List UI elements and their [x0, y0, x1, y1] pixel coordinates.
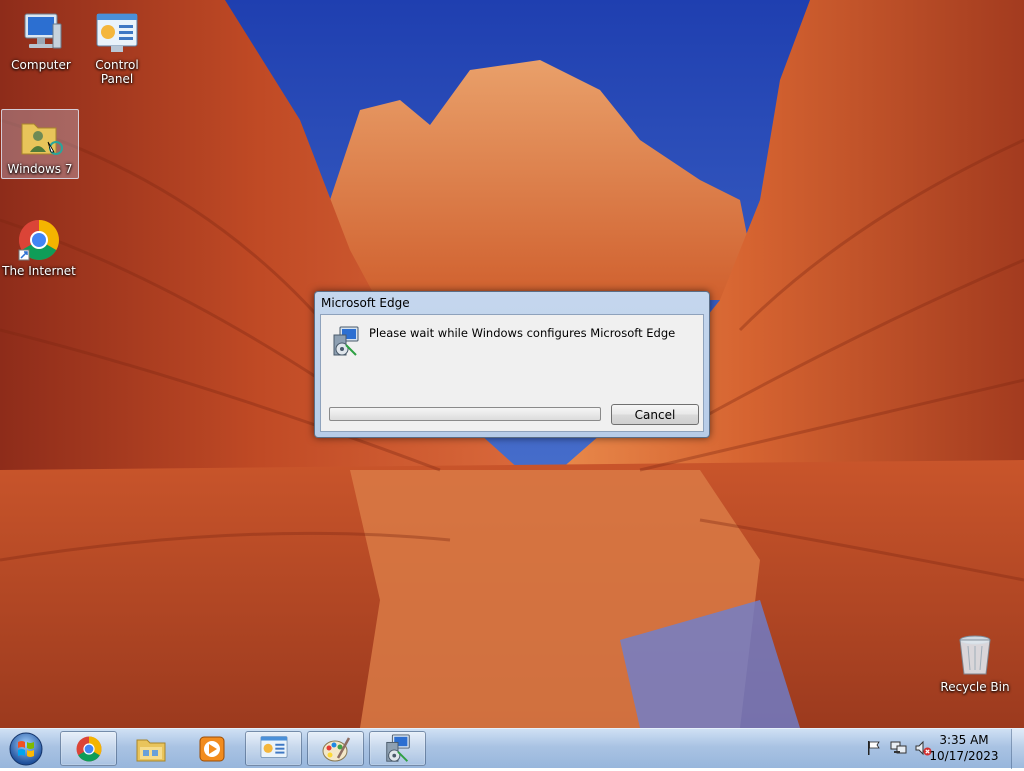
taskbar-file-explorer-button[interactable] — [122, 731, 179, 766]
chrome-icon — [18, 220, 59, 261]
control-panel-icon — [96, 13, 138, 52]
desktop-icon-label: Computer — [11, 58, 71, 72]
installer-icon — [385, 733, 410, 762]
control-panel-icon — [260, 735, 287, 758]
chrome-icon — [76, 736, 101, 761]
dialog-title: Microsoft Edge — [321, 296, 410, 310]
recycle-bin-icon — [959, 635, 991, 675]
taskbar-media-player-button[interactable] — [183, 731, 240, 766]
desktop-icon-label: Control Panel — [95, 58, 139, 86]
desktop-icon-windows-7[interactable]: Windows 7 — [1, 109, 79, 179]
dialog-message: Please wait while Windows configures Mic… — [369, 326, 676, 340]
system-tray: 3:35 AM 10/17/2023 — [860, 729, 1024, 769]
microsoft-edge-dialog: Microsoft Edge Please wait while Windows… — [314, 291, 710, 438]
desktop-icon-computer[interactable]: Computer — [2, 6, 80, 72]
network-icon[interactable] — [890, 740, 908, 756]
taskbar: 3:35 AM 10/17/2023 — [0, 728, 1024, 769]
clock-time[interactable]: 3:35 AM — [924, 733, 1004, 747]
dialog-body: Please wait while Windows configures Mic… — [320, 314, 704, 432]
installer-icon — [333, 326, 359, 356]
desktop-icon-recycle-bin[interactable]: Recycle Bin — [936, 628, 1014, 694]
windows-start-icon — [9, 732, 43, 766]
taskbar-installer-button[interactable] — [369, 731, 426, 766]
clock-date[interactable]: 10/17/2023 — [924, 749, 1004, 763]
file-explorer-icon — [136, 739, 165, 761]
action-center-flag-icon[interactable] — [866, 740, 882, 756]
cancel-button[interactable]: Cancel — [611, 404, 699, 425]
show-desktop-button[interactable] — [1011, 729, 1024, 769]
media-player-icon — [199, 736, 224, 761]
desktop-icon-the-internet[interactable]: The Internet — [0, 212, 78, 278]
desktop-icon-control-panel[interactable]: Control Panel — [78, 6, 156, 86]
desktop-icon-label: The Internet — [2, 264, 76, 278]
taskbar-control-panel-button[interactable] — [245, 731, 302, 766]
desktop-icon-label: Recycle Bin — [940, 680, 1010, 694]
taskbar-chrome-button[interactable] — [60, 731, 117, 766]
desktop-icon-label: Windows 7 — [7, 162, 73, 176]
paint-icon — [322, 736, 350, 761]
progress-bar — [329, 407, 601, 421]
user-folder-icon — [21, 123, 63, 155]
computer-icon — [24, 13, 62, 49]
taskbar-paint-button[interactable] — [307, 731, 364, 766]
start-button[interactable] — [4, 730, 48, 768]
